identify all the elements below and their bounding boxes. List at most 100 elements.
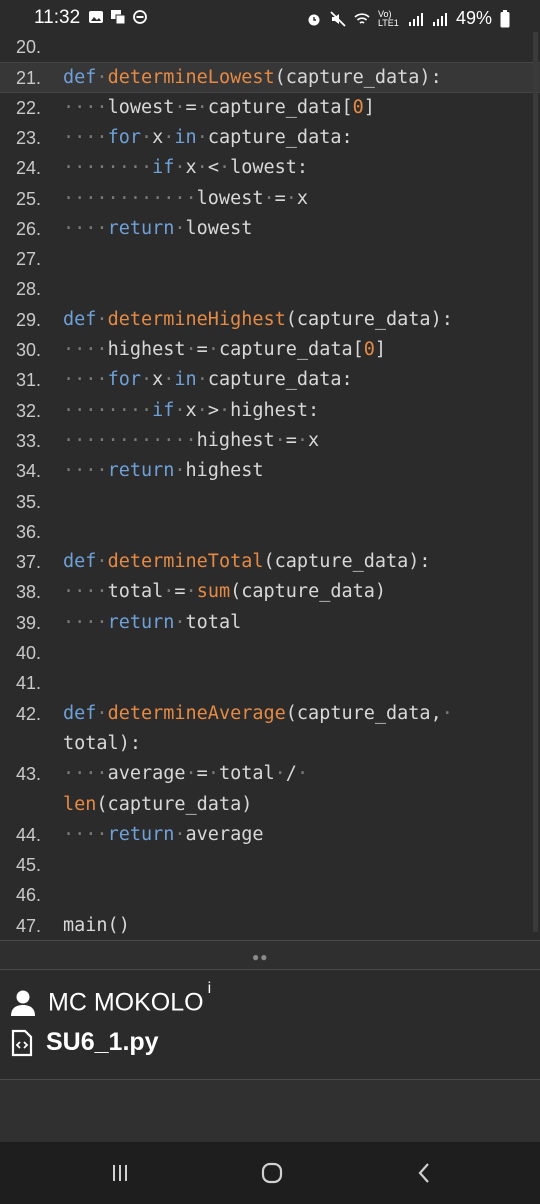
code-token: determineLowest xyxy=(107,67,275,89)
code-token: = xyxy=(274,187,286,209)
code-token: · xyxy=(285,187,297,209)
code-line[interactable]: 27. xyxy=(0,244,540,274)
code-line[interactable]: 38. ····total·=·sum(capture_data) xyxy=(0,577,540,607)
line-number: 34. xyxy=(16,461,42,482)
code-line[interactable]: 28. xyxy=(0,274,540,304)
code-line[interactable]: 36. xyxy=(0,517,540,547)
line-number: 25. xyxy=(16,188,42,209)
code-token: ···· xyxy=(63,460,108,482)
code-line[interactable]: 32. ········if·x·>·highest: xyxy=(0,396,540,426)
code-token: · xyxy=(196,399,208,421)
code-line-wrap[interactable]: total): xyxy=(0,729,540,759)
code-token: capture_data: xyxy=(207,126,353,148)
code-line[interactable]: 21. def·determineLowest(capture_data): xyxy=(0,62,540,93)
line-code: main() xyxy=(63,911,130,940)
code-line[interactable]: 24. ········if·x·<·lowest: xyxy=(0,153,540,183)
dnd-icon xyxy=(133,10,147,24)
code-token: ···· xyxy=(63,96,108,118)
code-token: > xyxy=(207,399,219,421)
line-code: def·determineTotal(capture_data): xyxy=(63,547,431,577)
code-line-wrap[interactable]: len(capture_data) xyxy=(0,790,540,820)
code-token: = xyxy=(285,429,297,451)
code-line[interactable]: 46. xyxy=(0,880,540,910)
line-code: ····return·highest xyxy=(63,456,264,486)
code-token: total): xyxy=(63,732,141,754)
recents-button[interactable] xyxy=(100,1158,140,1188)
code-token: · xyxy=(274,763,286,785)
editor-scrollbar[interactable] xyxy=(533,32,538,932)
code-token: total xyxy=(107,581,164,603)
code-token: determineAverage xyxy=(107,702,286,724)
file-info-panel: MC MOKOLO i SU6_1.py xyxy=(0,970,540,1080)
drag-handle-icon[interactable]: ●● xyxy=(252,950,269,964)
code-token: · xyxy=(174,611,186,633)
code-line[interactable]: 20. xyxy=(0,32,540,62)
code-token: · xyxy=(174,217,186,239)
code-token: sum xyxy=(196,581,231,603)
line-number: 21. xyxy=(16,68,42,89)
code-line[interactable]: 33. ············highest·=·x xyxy=(0,426,540,456)
code-token: ···· xyxy=(63,763,108,785)
author-name: MC MOKOLO xyxy=(48,988,204,1017)
code-token: < xyxy=(207,157,219,179)
author-info-icon[interactable]: i xyxy=(208,980,212,997)
code-token: (capture_data): xyxy=(285,308,453,330)
line-number: 46. xyxy=(16,885,42,906)
code-line[interactable]: 22. ····lowest·=·capture_data[0] xyxy=(0,93,540,123)
code-token: ···· xyxy=(63,581,108,603)
line-number: 28. xyxy=(16,279,42,300)
code-token: = xyxy=(185,96,197,118)
code-line[interactable]: 30. ····highest·=·capture_data[0] xyxy=(0,335,540,365)
code-line[interactable]: 42. def·determineAverage(capture_data,· xyxy=(0,699,540,729)
code-token: for xyxy=(107,126,141,148)
code-token: · xyxy=(140,126,153,148)
code-token: · xyxy=(174,96,186,118)
code-line[interactable]: 41. xyxy=(0,668,540,698)
code-line[interactable]: 44. ····return·average xyxy=(0,820,540,850)
code-line[interactable]: 37. def·determineTotal(capture_data): xyxy=(0,547,540,577)
line-number: 44. xyxy=(16,824,42,845)
code-token: · xyxy=(163,126,175,148)
code-token: · xyxy=(218,399,231,421)
code-line[interactable]: 23. ····for·x·in·capture_data: xyxy=(0,123,540,153)
file-row: SU6_1.py xyxy=(10,1028,159,1057)
back-button[interactable] xyxy=(404,1158,444,1188)
code-line[interactable]: 43. ····average·=·total·/· xyxy=(0,759,540,789)
code-line[interactable]: 47. main() xyxy=(0,911,540,940)
code-line[interactable]: 31. ····for·x·in·capture_data: xyxy=(0,365,540,395)
line-number: 32. xyxy=(16,400,42,421)
code-line[interactable]: 29. def·determineHighest(capture_data): xyxy=(0,305,540,335)
code-line[interactable]: 40. xyxy=(0,638,540,668)
line-code: total): xyxy=(63,729,141,759)
code-token: · xyxy=(185,763,197,785)
code-token: · xyxy=(441,702,453,724)
code-line[interactable]: 45. xyxy=(0,850,540,880)
code-line[interactable]: 26. ····return·lowest xyxy=(0,214,540,244)
code-token: · xyxy=(263,187,275,209)
line-code: ········if·x·>·highest: xyxy=(63,396,319,426)
code-token: ········ xyxy=(63,157,153,179)
code-token: (capture_data) xyxy=(96,793,253,815)
code-token: capture_data: xyxy=(207,369,353,391)
code-file-icon xyxy=(11,1029,33,1056)
wifi-icon xyxy=(354,12,370,24)
code-token: highest xyxy=(107,339,186,360)
code-token: x xyxy=(185,399,197,421)
code-token: · xyxy=(185,581,197,603)
code-line[interactable]: 39. ····return·total xyxy=(0,608,540,638)
code-token: (capture_data) xyxy=(230,581,387,603)
code-line[interactable]: 35. xyxy=(0,487,540,517)
line-code: ····lowest·=·capture_data[0] xyxy=(63,93,375,123)
code-editor[interactable]: 20. 21. def·determineLowest(capture_data):… xyxy=(0,32,540,940)
line-number: 38. xyxy=(16,582,42,603)
code-token: ···· xyxy=(63,217,108,239)
panel-splitter[interactable]: ●● xyxy=(0,940,540,970)
line-number: 42. xyxy=(16,703,42,724)
line-number: 40. xyxy=(16,643,42,663)
code-token: · xyxy=(296,429,309,451)
home-button[interactable] xyxy=(252,1158,292,1188)
code-token: total xyxy=(185,611,242,633)
author-row: MC MOKOLO i xyxy=(10,980,211,1017)
code-line[interactable]: 25. ············lowest·=·x xyxy=(0,184,540,214)
code-line[interactable]: 34. ····return·highest xyxy=(0,456,540,486)
